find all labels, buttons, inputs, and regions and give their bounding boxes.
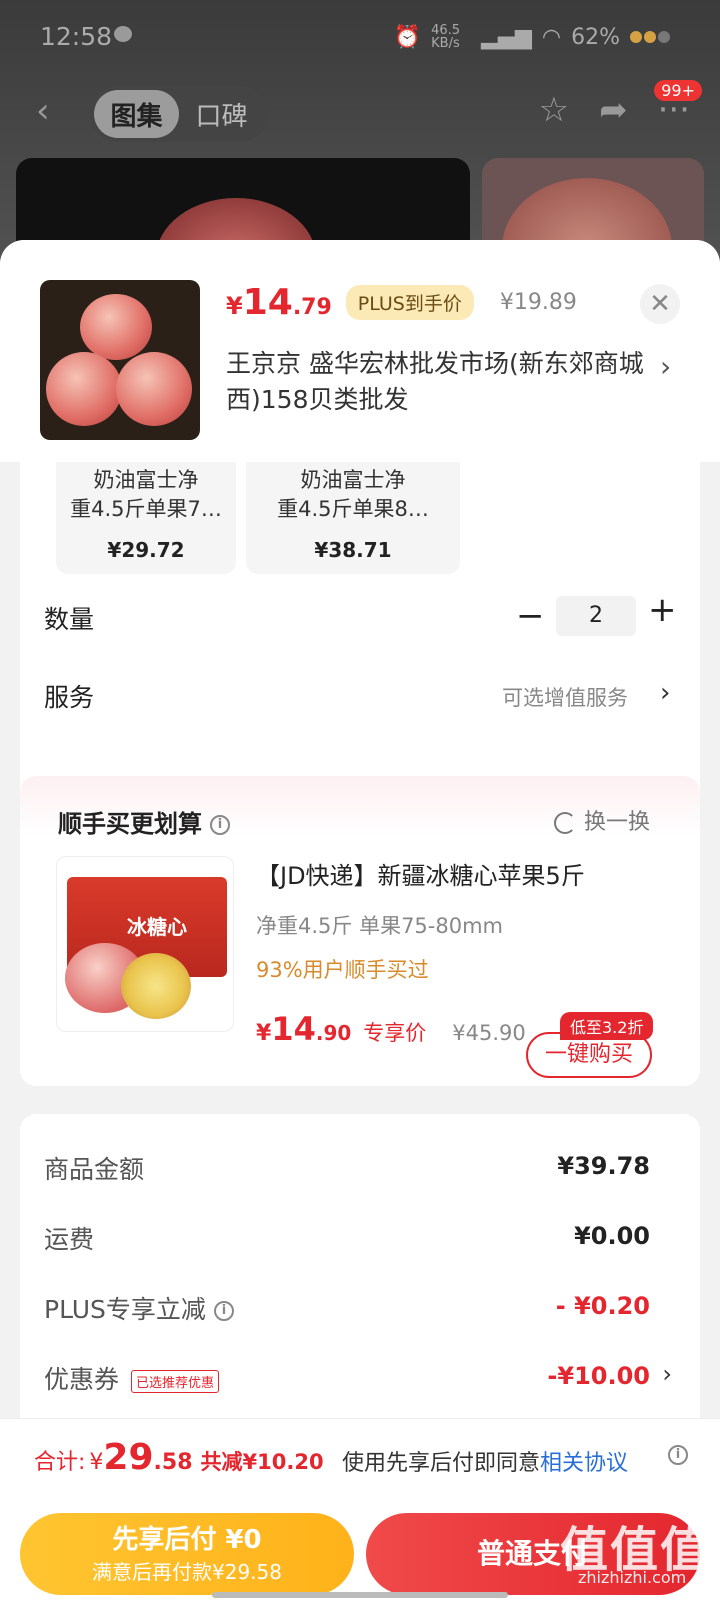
recommend-price: ¥14.90 [256, 1010, 352, 1048]
original-price: ¥19.89 [499, 290, 577, 315]
wechat-icon [114, 26, 132, 42]
share-icon[interactable]: ➦ [599, 90, 628, 130]
nav-bar: ‹ 图集 口碑 ☆ ➦ ··· 99+ [0, 80, 720, 146]
status-time: 12:58 [40, 22, 113, 51]
variant-name: 奶油富士净 重4.5斤单果7… [70, 468, 222, 521]
recommend-card: 顺手买更划算 i 换一换 冰糖心 【JD快递】新疆冰糖心苹果5斤 净重4.5斤 单… [20, 776, 700, 1086]
recommend-original-price: ¥45.90 [452, 1021, 526, 1045]
coupon-value[interactable]: -¥10.00 [547, 1362, 650, 1390]
current-price: ¥14.79 [226, 282, 332, 323]
price-line: ¥14.79 PLUS到手价 ¥19.89 [226, 282, 577, 323]
back-icon[interactable]: ‹ [36, 94, 66, 130]
plus-discount-value: - ¥0.20 [555, 1292, 650, 1320]
plus-price-tag: PLUS到手价 [345, 285, 474, 320]
info-icon[interactable]: i [668, 1445, 688, 1465]
chevron-right-icon[interactable]: › [660, 350, 671, 383]
exclusive-label: 专享价 [363, 1021, 427, 1045]
sheet-header: ¥14.79 PLUS到手价 ¥19.89 ✕ 王京京 盛华宏林批发市场(新东郊… [0, 240, 720, 462]
chevron-right-icon[interactable]: › [662, 1360, 672, 1388]
chevron-right-icon[interactable]: › [660, 678, 670, 708]
recommend-spec: 净重4.5斤 单果75-80mm [256, 914, 504, 938]
refresh-icon [554, 812, 576, 834]
total-savings: 共减¥10.20 [200, 1450, 324, 1474]
variant-price: ¥38.71 [314, 538, 392, 562]
variant-name: 奶油富士净 重4.5斤单果8… [277, 468, 429, 521]
coupon-label[interactable]: 优惠券 已选推荐优惠 [44, 1360, 220, 1396]
watermark-url: zhizhizhi.com [578, 1568, 687, 1587]
order-summary: 商品金额 ¥39.78 运费 ¥0.00 PLUS专享立减 i - ¥0.20 优… [20, 1114, 700, 1434]
battery-icon [630, 31, 670, 43]
quantity-plus-button[interactable]: + [648, 590, 677, 630]
goods-amount-label: 商品金额 [44, 1155, 145, 1184]
close-button[interactable]: ✕ [640, 284, 680, 324]
variant-option[interactable]: 奶油富士净 重4.5斤单果7… ¥29.72 [56, 462, 236, 574]
product-thumbnail[interactable] [40, 280, 200, 440]
status-bar: 12:58 ⏰ 46.5 KB/s ▂▄▆ ◠ 62% [0, 0, 720, 74]
recommend-product-image[interactable]: 冰糖心 [56, 856, 234, 1032]
quantity-label: 数量 [44, 605, 95, 634]
swap-button[interactable]: 换一换 [554, 804, 650, 836]
wifi-icon: ◠ [541, 24, 562, 50]
tab-reviews[interactable]: 口碑 [179, 90, 264, 138]
product-image-label: 冰糖心 [127, 915, 187, 939]
quantity-input[interactable]: 2 [556, 596, 636, 636]
total-line: 合计: ¥ 29 .58 共减¥10.20 [34, 1437, 324, 1478]
service-label: 服务 [44, 683, 95, 712]
alarm-icon: ⏰ [393, 24, 422, 50]
purchase-sheet: ¥14.79 PLUS到手价 ¥19.89 ✕ 王京京 盛华宏林批发市场(新东郊… [0, 240, 720, 1600]
info-icon[interactable]: i [213, 1301, 234, 1321]
net-speed: 46.5 KB/s [431, 23, 461, 51]
tab-gallery[interactable]: 图集 [94, 90, 179, 138]
discount-badge: 低至3.2折 [560, 1012, 654, 1040]
recommend-buyers: 93%用户顺手买过 [256, 958, 429, 982]
shipping-value: ¥0.00 [574, 1222, 650, 1250]
signal-icon: ▂▄▆ [481, 24, 532, 50]
variant-option[interactable]: 奶油富士净 重4.5斤单果8… ¥38.71 [246, 462, 460, 574]
service-hint[interactable]: 可选增值服务 [502, 682, 628, 712]
battery-percent: 62% [571, 24, 620, 50]
coupon-tag: 已选推荐优惠 [131, 1369, 220, 1393]
goods-amount-value: ¥39.78 [557, 1152, 650, 1180]
status-right: ⏰ 46.5 KB/s ▂▄▆ ◠ 62% [394, 24, 670, 50]
quantity-minus-button[interactable]: − [516, 596, 545, 636]
home-indicator[interactable] [212, 1592, 508, 1598]
pay-later-button[interactable]: 先享后付 ¥0 满意后再付款¥29.58 [20, 1513, 354, 1595]
recommend-title: 顺手买更划算 i [58, 804, 230, 839]
recommend-price-line: ¥14.90 专享价 ¥45.90 [256, 1010, 526, 1048]
store-address[interactable]: 王京京 盛华宏林批发市场(新东郊商城西)158贝类批发 [226, 346, 646, 418]
favorite-star-icon[interactable]: ☆ [539, 90, 569, 130]
message-badge: 99+ [654, 80, 702, 101]
agreement-text: 使用先享后付即同意相关协议 [342, 1451, 629, 1476]
agreement-link[interactable]: 相关协议 [540, 1451, 628, 1476]
shipping-label: 运费 [44, 1225, 95, 1254]
recommend-product-name[interactable]: 【JD快递】新疆冰糖心苹果5斤 [256, 856, 585, 891]
plus-discount-label: PLUS专享立减 i [44, 1290, 234, 1326]
gallery-tabs: 图集 口碑 [90, 86, 268, 142]
variant-price: ¥29.72 [107, 538, 185, 562]
info-icon[interactable]: i [210, 815, 230, 835]
